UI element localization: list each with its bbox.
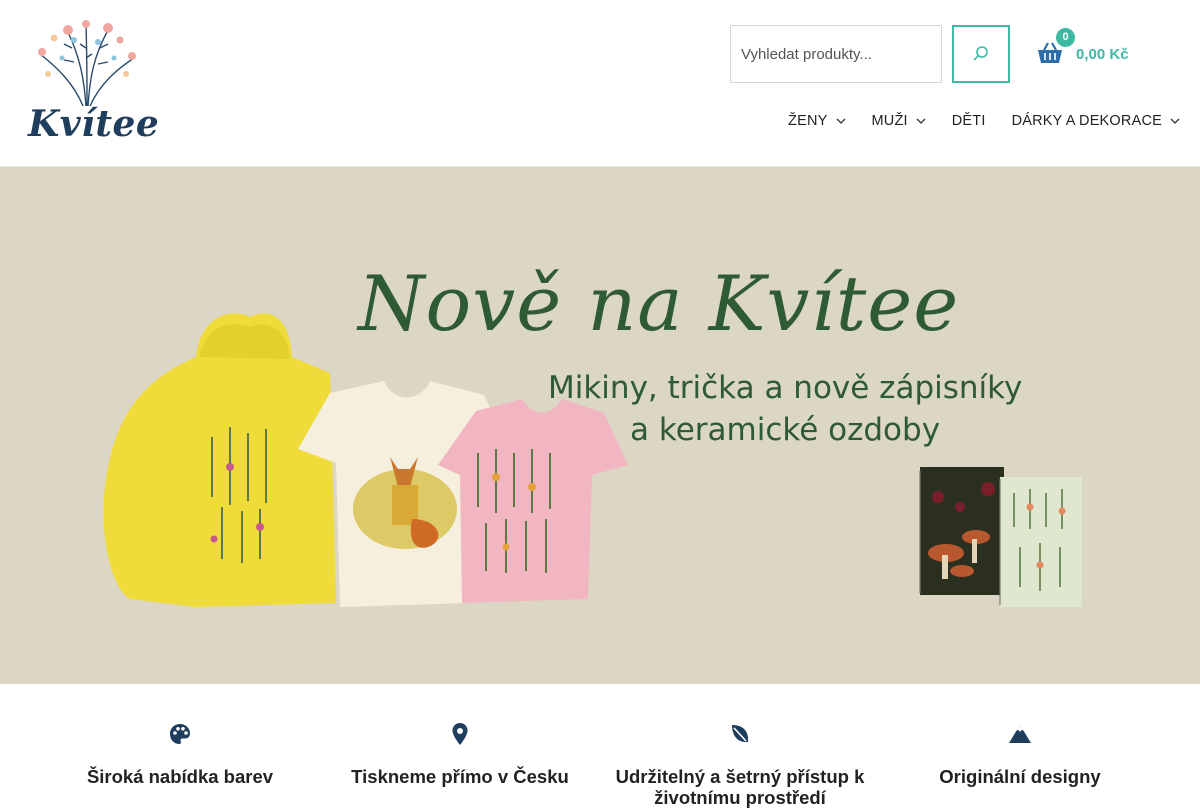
hero-banner[interactable]: Nově na Kvítee Mikiny, trička a nově záp… — [0, 167, 1200, 684]
nav-item-deti[interactable]: DĚTI — [952, 113, 986, 129]
hero-subtitle-line-2: a keramické ozdoby — [630, 412, 941, 448]
notebooks-image — [919, 467, 1082, 607]
nav-item-label: MUŽI — [871, 113, 908, 129]
chevron-down-icon — [836, 118, 845, 124]
map-pin-icon — [452, 723, 468, 745]
feature-title: Široká nabídka barev — [86, 766, 274, 787]
nav-item-label: DĚTI — [951, 113, 986, 129]
hero-subtitle-line-1: Mikiny, trička a nově zápisníky — [548, 370, 1023, 406]
hero-title: Nově na Kvítee — [358, 259, 960, 348]
pink-tshirt-image — [438, 399, 628, 603]
nav-item-darky-a-dekorace[interactable]: DÁRKY A DEKORACE — [1012, 113, 1180, 129]
nav-item-label: ŽENY — [788, 113, 828, 129]
logo[interactable]: Kvítee — [28, 18, 160, 145]
hero-product-illustration — [103, 313, 1082, 607]
feature-original-designs: Originální designy — [880, 684, 1160, 800]
features-row: Široká nabídka barev Tiskneme přímo v Če… — [40, 684, 1160, 808]
cart-button[interactable]: 0 0,00 Kč — [1036, 28, 1129, 76]
feature-print-czech: Tiskneme přímo v Česku — [320, 684, 600, 800]
search-icon — [973, 46, 988, 61]
feature-sustainable: Udržitelný a šetrný přístup k životnímu … — [600, 684, 880, 808]
feature-colors: Široká nabídka barev — [40, 684, 320, 800]
nav-item-zeny[interactable]: ŽENY — [788, 113, 845, 129]
wildflower-logo-icon — [38, 20, 136, 107]
search-button[interactable] — [952, 25, 1010, 83]
main-nav: ŽENY MUŽI DĚTI DÁRKY A DEKORACE — [762, 108, 1180, 134]
cart-total: 0,00 Kč — [1076, 45, 1129, 63]
palette-icon — [170, 724, 190, 744]
hoodie-image — [103, 313, 336, 607]
search-input[interactable] — [730, 25, 942, 83]
feature-title: Tiskneme přímo v Česku — [351, 766, 569, 787]
cart-count-badge: 0 — [1056, 28, 1075, 47]
leaf-icon — [732, 725, 749, 743]
feature-title: Udržitelný a šetrný přístup k životnímu … — [615, 766, 865, 808]
nav-item-muzi[interactable]: MUŽI — [872, 113, 926, 129]
site-header: Kvítee 0 0,00 Kč ŽENY MUŽI DĚTI — [0, 0, 1200, 167]
chevron-down-icon — [916, 118, 926, 124]
nav-item-label: DÁRKY A DEKORACE — [1011, 113, 1162, 129]
feature-title: Originální designy — [939, 766, 1101, 787]
basket-icon: 0 — [1036, 28, 1075, 68]
chevron-down-icon — [1170, 118, 1180, 124]
logo-wordmark: Kvítee — [28, 103, 160, 145]
mountain-icon — [1009, 725, 1031, 743]
